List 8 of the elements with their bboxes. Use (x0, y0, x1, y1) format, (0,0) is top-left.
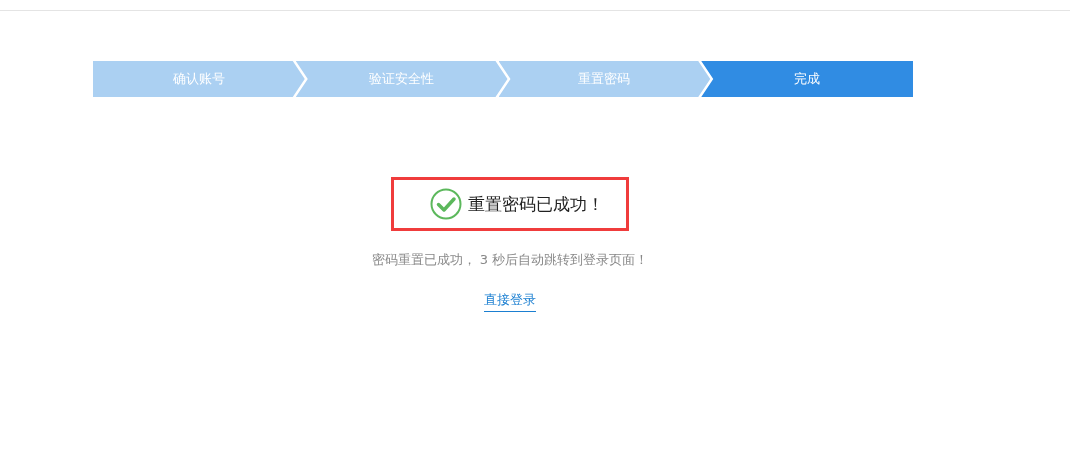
redirect-message: 密码重置已成功， 3 秒后自动跳转到登录页面！ (371, 251, 649, 269)
checkmark-icon (430, 188, 462, 220)
progress-step: 完成 (701, 61, 913, 97)
progress-step: 重置密码 (498, 61, 711, 97)
success-title: 重置密码已成功！ (468, 192, 604, 216)
progress-step: 确认账号 (93, 61, 305, 97)
progress-step: 验证安全性 (295, 61, 508, 97)
login-link[interactable]: 直接登录 (484, 291, 536, 312)
